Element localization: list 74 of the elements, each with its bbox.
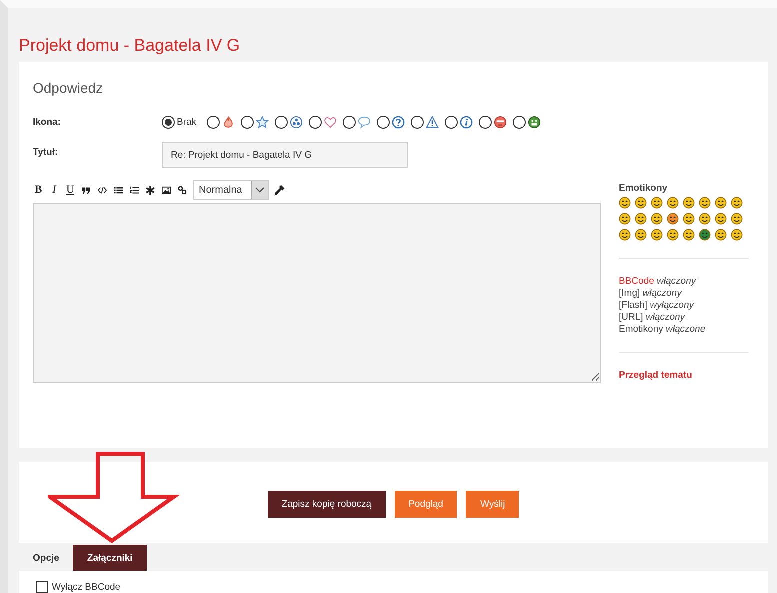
tab[interactable]: Załączniki bbox=[73, 545, 147, 571]
smiley-icon[interactable] bbox=[667, 213, 679, 225]
smiley-icon[interactable] bbox=[619, 229, 631, 241]
smiley-icon[interactable] bbox=[699, 229, 711, 241]
section-heading: Odpowiedz bbox=[33, 80, 104, 96]
field-label: Ikona: bbox=[33, 116, 62, 128]
smiley-icon[interactable] bbox=[667, 229, 679, 241]
info-icon bbox=[460, 116, 473, 129]
star-icon bbox=[256, 116, 269, 129]
radio-button[interactable] bbox=[512, 116, 526, 129]
radio-button[interactable] bbox=[308, 116, 322, 129]
action-button[interactable]: Zapisz kopię roboczą bbox=[268, 491, 386, 518]
speech-bubble-icon bbox=[358, 116, 371, 129]
radio-button[interactable] bbox=[206, 116, 220, 129]
smiley-icon[interactable] bbox=[699, 197, 711, 209]
radio-button[interactable] bbox=[376, 116, 390, 129]
feature-status: BBCode włączony bbox=[619, 276, 698, 287]
font-size-select[interactable]: Normalna bbox=[193, 180, 269, 200]
smiley-icon[interactable] bbox=[635, 197, 647, 209]
emoticons-heading: Emotikony bbox=[619, 183, 669, 194]
face-icon bbox=[528, 116, 541, 129]
smiley-icon[interactable] bbox=[699, 213, 711, 225]
feature-status: Emotikony włączone bbox=[619, 324, 707, 335]
caret-icon bbox=[255, 187, 265, 193]
checkbox-label: Wyłącz BBCode bbox=[52, 582, 121, 592]
smiley-icon[interactable] bbox=[731, 197, 743, 209]
tab[interactable]: Opcje bbox=[19, 545, 74, 571]
bbcode-link[interactable]: BBCode bbox=[619, 276, 654, 287]
smiley-icon[interactable] bbox=[731, 229, 743, 241]
star-button[interactable] bbox=[145, 184, 156, 196]
smiley-icon[interactable] bbox=[651, 229, 663, 241]
radio-button[interactable] bbox=[444, 116, 458, 129]
smiley-icon[interactable] bbox=[715, 229, 727, 241]
heart-icon bbox=[324, 116, 337, 129]
smiley-icon[interactable] bbox=[683, 229, 695, 241]
page-title: Projekt domu - Bagatela IV G bbox=[19, 35, 242, 57]
olist-button[interactable] bbox=[129, 184, 140, 196]
bold-button[interactable]: B bbox=[33, 184, 44, 196]
feature-status: [Img] włączony bbox=[619, 288, 684, 299]
smiley-icon[interactable] bbox=[667, 197, 679, 209]
title-input[interactable]: Re: Projekt domu - Bagatela IV G bbox=[162, 142, 408, 168]
smiley-icon[interactable] bbox=[651, 213, 663, 225]
smiley-icon[interactable] bbox=[635, 229, 647, 241]
checkbox[interactable] bbox=[36, 581, 48, 593]
eyedropper-icon[interactable] bbox=[274, 184, 285, 196]
smiley-icon[interactable] bbox=[619, 197, 631, 209]
radio-button[interactable] bbox=[274, 116, 288, 129]
smiley-icon[interactable] bbox=[715, 197, 727, 209]
italic-button[interactable]: I bbox=[49, 184, 60, 196]
radio-button[interactable] bbox=[478, 116, 492, 129]
smiley-icon[interactable] bbox=[715, 213, 727, 225]
radio-button[interactable] bbox=[342, 116, 356, 129]
smiley-icon[interactable] bbox=[635, 213, 647, 225]
smiley-icon[interactable] bbox=[619, 213, 631, 225]
topic-review-link[interactable]: Przegląd tematu bbox=[619, 370, 692, 381]
question-icon bbox=[392, 116, 405, 129]
underline-button[interactable]: U bbox=[65, 184, 76, 196]
option-label: Brak bbox=[177, 117, 197, 128]
smiley-icon[interactable] bbox=[683, 213, 695, 225]
image-button[interactable] bbox=[161, 184, 172, 196]
radio-button[interactable] bbox=[240, 116, 254, 129]
feature-status: [Flash] wyłączony bbox=[619, 300, 696, 311]
feature-status: [URL] włączony bbox=[619, 312, 686, 323]
smiley-icon[interactable] bbox=[651, 197, 663, 209]
smiley-icon[interactable] bbox=[731, 213, 743, 225]
flame-icon bbox=[222, 116, 235, 129]
radioactive-icon bbox=[290, 116, 303, 129]
warning-icon bbox=[426, 116, 439, 129]
radio-button[interactable] bbox=[162, 116, 175, 129]
smiley-icon[interactable] bbox=[683, 197, 695, 209]
link-button[interactable] bbox=[177, 184, 188, 196]
field-label: Tytuł: bbox=[33, 146, 60, 158]
face-icon bbox=[494, 116, 507, 129]
radio-button[interactable] bbox=[410, 116, 424, 129]
